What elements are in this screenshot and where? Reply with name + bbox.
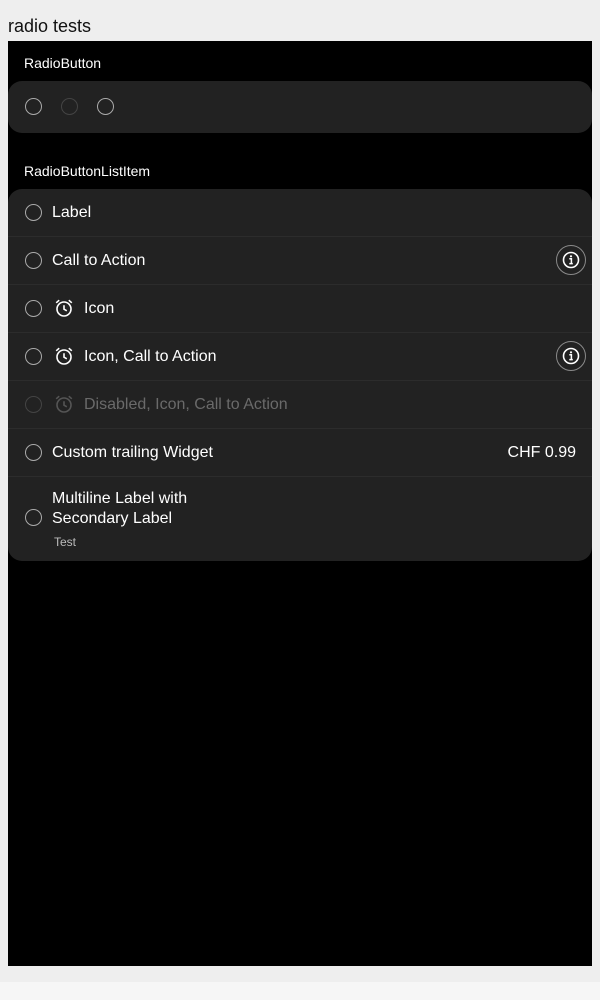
list-item-text-line-2: Secondary Label	[52, 510, 173, 527]
bottom-bar	[0, 982, 600, 1000]
list-item-text: Icon	[84, 300, 115, 317]
info-icon	[562, 251, 580, 269]
list-item-text: Label	[52, 204, 92, 221]
alarm-clock-icon	[55, 299, 73, 317]
info-button[interactable]	[556, 245, 586, 275]
list-item-text: Icon, Call to Action	[84, 348, 217, 365]
section-title-radio-list: RadioButtonListItem	[24, 163, 151, 179]
radio-icon-disabled	[25, 396, 42, 413]
preview-surface: RadioButton RadioButtonListItem Label Ca…	[8, 41, 592, 966]
list-item-text: Call to Action	[52, 252, 146, 269]
section-title-radio-button: RadioButton	[24, 55, 102, 71]
radio-button-card	[8, 81, 592, 133]
info-icon	[562, 347, 580, 365]
radio-icon[interactable]	[25, 252, 42, 269]
list-item-multiline[interactable]: Multiline Label with Secondary Label Tes…	[8, 477, 592, 561]
list-item-call-to-action[interactable]: Call to Action	[8, 237, 592, 285]
secondary-label: Test	[54, 535, 77, 549]
radio-icon[interactable]	[25, 444, 42, 461]
radio-button-2-disabled	[61, 98, 78, 115]
radio-icon[interactable]	[25, 300, 42, 317]
list-item-text: Custom trailing Widget	[52, 444, 213, 461]
alarm-clock-icon	[55, 395, 73, 413]
alarm-clock-icon	[55, 347, 73, 365]
radio-icon[interactable]	[25, 348, 42, 365]
price-label: CHF 0.99	[507, 444, 576, 461]
list-item-icon[interactable]: Icon	[8, 285, 592, 333]
list-item-disabled: Disabled, Icon, Call to Action	[8, 381, 592, 429]
radio-list-card: Label Call to Action Icon Icon, Call to …	[8, 189, 592, 561]
list-item-icon-call-to-action[interactable]: Icon, Call to Action	[8, 333, 592, 381]
radio-icon[interactable]	[25, 204, 42, 221]
info-button[interactable]	[556, 341, 586, 371]
list-item-label[interactable]: Label	[8, 189, 592, 237]
radio-button-1[interactable]	[25, 98, 42, 115]
list-item-text: Disabled, Icon, Call to Action	[84, 396, 288, 413]
page-title: radio tests	[8, 16, 92, 36]
radio-button-3[interactable]	[97, 98, 114, 115]
list-item-custom-trailing[interactable]: Custom trailing Widget CHF 0.99	[8, 429, 592, 477]
radio-icon[interactable]	[25, 509, 42, 526]
list-item-text-line-1: Multiline Label with	[52, 490, 188, 507]
